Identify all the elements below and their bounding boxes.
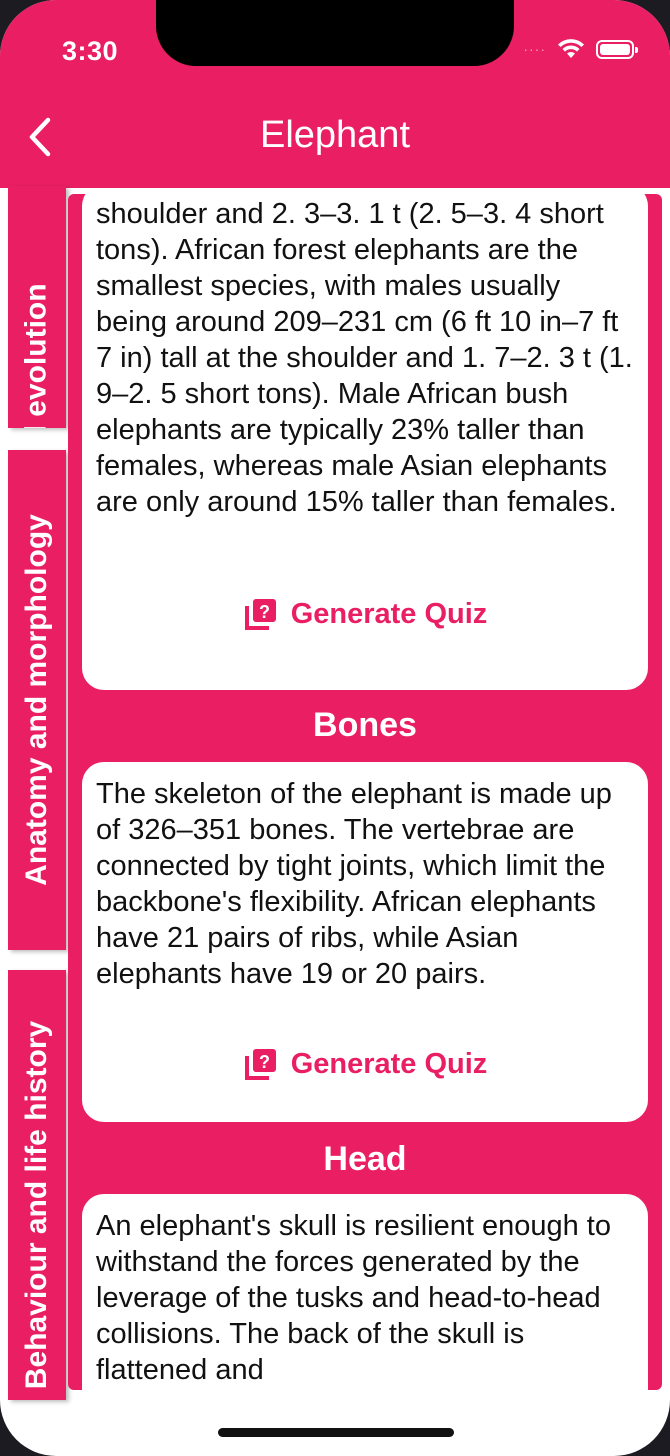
quiz-icon: ? <box>244 599 276 630</box>
svg-text:?: ? <box>259 602 270 622</box>
tab-anatomy[interactable]: Anatomy and morphology <box>8 450 66 950</box>
tab-behaviour[interactable]: Behaviour and life history <box>8 970 66 1400</box>
app-bar: 3:30 ···· Elephant <box>0 0 670 188</box>
tab-label: Anatomy and morphology <box>20 514 53 886</box>
generate-quiz-button[interactable]: ? Generate Quiz <box>82 1046 648 1082</box>
tab-label: Behaviour and life history <box>20 1020 54 1390</box>
content-panel[interactable]: shoulder and 2. 3–3. 1 t (2. 5–3. 4 shor… <box>68 194 662 1390</box>
quiz-icon: ? <box>244 1049 276 1080</box>
phone-screen: 3:30 ···· Elephant Taxonomy and evolutio… <box>0 0 670 1456</box>
tab-taxonomy[interactable]: Taxonomy and evolution <box>8 186 66 428</box>
section-title: Bones <box>313 706 417 744</box>
section-card: shoulder and 2. 3–3. 1 t (2. 5–3. 4 shor… <box>82 194 648 690</box>
page-title: Elephant <box>259 114 410 156</box>
section-title: Head <box>323 1140 407 1178</box>
notch <box>156 0 514 66</box>
section-text: An elephant's skull is resilient enough … <box>96 1210 611 1386</box>
battery-icon <box>596 39 638 59</box>
section-text: shoulder and 2. 3–3. 1 t (2. 5–3. 4 shor… <box>96 198 633 518</box>
svg-text:?: ? <box>259 1052 270 1072</box>
side-tab-bar: Taxonomy and evolution Anatomy and morph… <box>0 186 70 1400</box>
status-time: 3:30 <box>62 36 119 66</box>
status-icons: ···· <box>523 38 638 60</box>
section-card: An elephant's skull is resilient enough … <box>82 1194 648 1390</box>
home-indicator[interactable] <box>218 1428 454 1437</box>
wifi-icon <box>558 39 584 58</box>
generate-quiz-button[interactable]: ? Generate Quiz <box>82 596 648 632</box>
tab-label: Taxonomy and evolution <box>20 283 54 428</box>
quiz-label: Generate Quiz <box>290 1047 488 1080</box>
quiz-label: Generate Quiz <box>290 597 488 630</box>
section-text: The skeleton of the elephant is made up … <box>96 778 612 990</box>
signal-dots-icon: ···· <box>523 41 546 57</box>
section-card: The skeleton of the elephant is made up … <box>82 762 648 1122</box>
